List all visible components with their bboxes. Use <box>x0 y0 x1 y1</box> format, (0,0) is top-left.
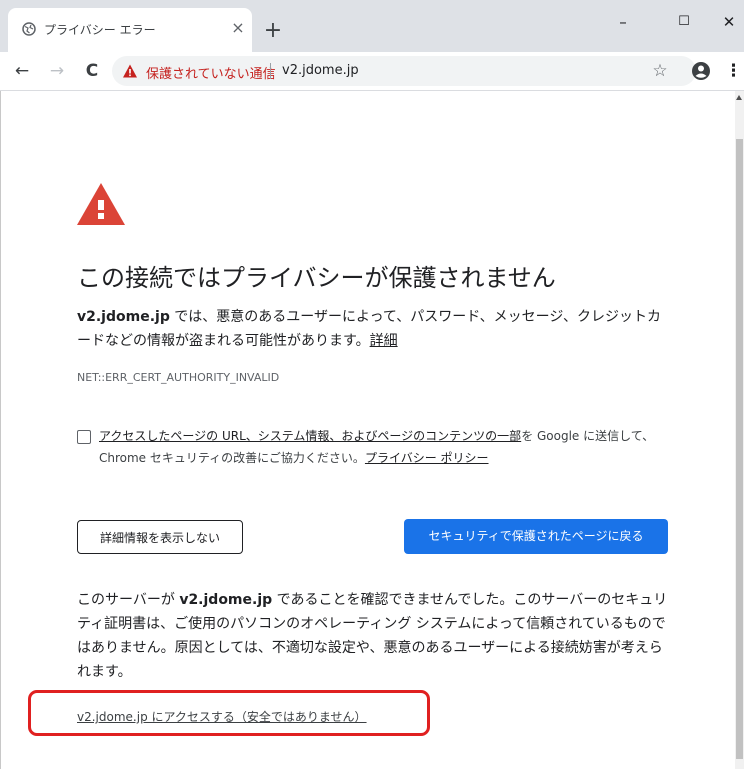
profile-icon[interactable] <box>691 61 711 81</box>
new-tab-icon[interactable]: + <box>262 20 284 42</box>
tab-close-icon[interactable]: × <box>228 18 248 38</box>
tab-title: プライバシー エラー <box>44 23 156 37</box>
browser-tab[interactable]: プライバシー エラー × <box>8 8 252 52</box>
minimize-icon[interactable]: – <box>608 10 638 34</box>
warning-icon <box>77 183 125 225</box>
main-message: v2.jdome.jp では、悪意のあるユーザーによって、パスワード、メッセージ… <box>77 305 667 353</box>
opt-in-checkbox[interactable] <box>77 430 91 444</box>
maximize-icon[interactable]: ☐ <box>669 10 699 34</box>
opt-in-label: アクセスしたページの URL、システム情報、およびページのコンテンツの一部を G… <box>99 425 671 469</box>
reload-icon[interactable]: C <box>80 59 104 83</box>
forward-arrow-icon[interactable]: → <box>45 59 69 83</box>
browser-toolbar: ← → C 保護されていない通信 v2.jdome.jp ☆ ⋮ <box>0 52 744 91</box>
not-secure-label[interactable]: 保護されていない通信 <box>146 63 276 82</box>
scrollbar-thumb[interactable] <box>736 139 743 759</box>
scrollbar[interactable] <box>735 91 744 769</box>
window-close-icon[interactable]: ✕ <box>714 10 744 34</box>
scroll-up-arrow-icon[interactable] <box>736 95 742 100</box>
details-domain: v2.jdome.jp <box>179 592 273 608</box>
back-arrow-icon[interactable]: ← <box>10 59 34 83</box>
privacy-policy-link[interactable]: プライバシー ポリシー <box>365 451 489 465</box>
address-bar[interactable]: 保護されていない通信 v2.jdome.jp <box>112 56 696 86</box>
opt-in-data-link[interactable]: アクセスしたページの URL、システム情報、およびページのコンテンツの一部 <box>99 429 521 443</box>
details-message: このサーバーが v2.jdome.jp であることを確認できませんでした。このサ… <box>77 588 669 684</box>
title-bar: プライバシー エラー × + – ☐ ✕ <box>0 0 744 52</box>
address-separator <box>270 63 271 79</box>
details-prefix: このサーバーが <box>77 592 180 608</box>
globe-icon <box>22 22 36 36</box>
domain-name: v2.jdome.jp <box>77 309 170 325</box>
bookmark-star-icon[interactable]: ☆ <box>650 60 670 82</box>
hide-details-button[interactable]: 詳細情報を表示しない <box>77 520 243 554</box>
window-border <box>0 91 1 769</box>
warning-icon <box>123 64 137 78</box>
back-to-safety-button[interactable]: セキュリティで保護されたページに戻る <box>404 519 668 554</box>
error-code[interactable]: NET::ERR_CERT_AUTHORITY_INVALID <box>77 371 279 384</box>
url-text[interactable]: v2.jdome.jp <box>282 63 359 78</box>
proceed-unsafe-link[interactable]: v2.jdome.jp にアクセスする（安全ではありません） <box>77 708 367 725</box>
page-title: この接続ではプライバシーが保護されません <box>77 264 556 292</box>
menu-icon[interactable]: ⋮ <box>725 60 742 82</box>
learn-more-link[interactable]: 詳細 <box>370 333 398 349</box>
